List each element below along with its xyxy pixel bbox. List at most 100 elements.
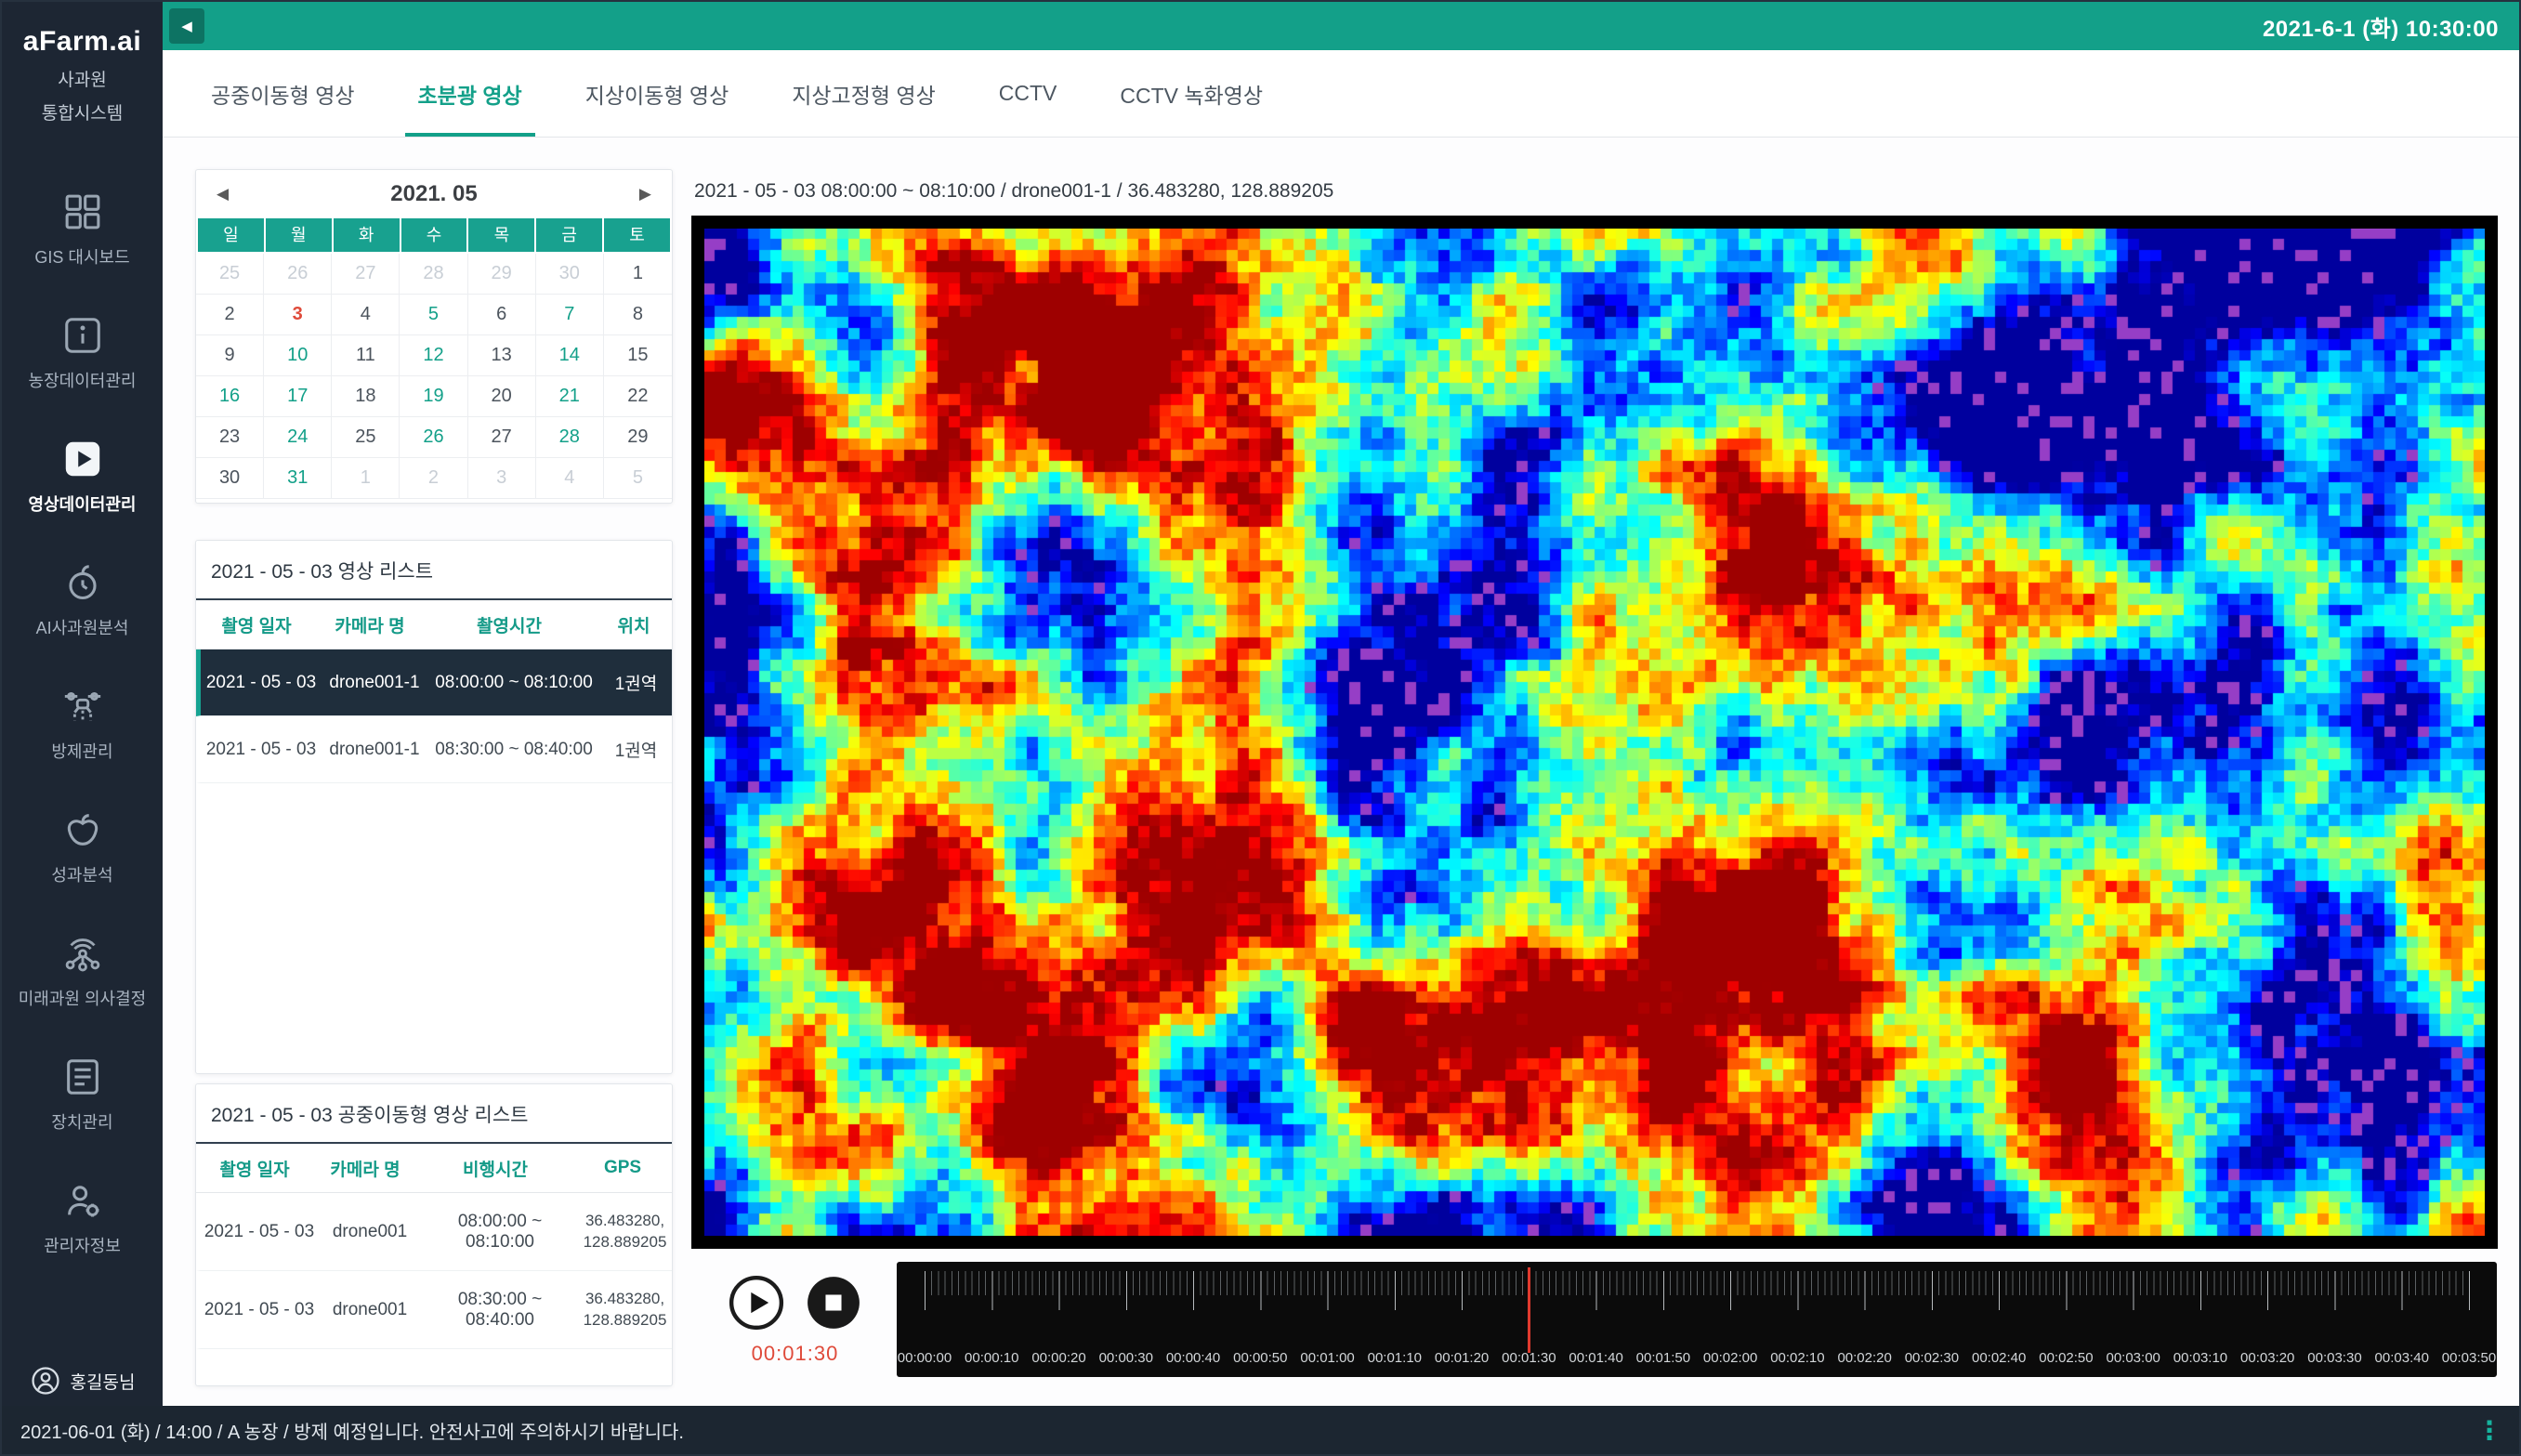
calendar-day-cell[interactable]: 25	[332, 417, 400, 458]
calendar-day-cell[interactable]: 30	[196, 458, 264, 499]
tab-hyperspectral-video[interactable]: 초분광 영상	[387, 50, 554, 137]
timeline-label: 00:00:40	[1166, 1350, 1220, 1366]
sidebar-item-admin[interactable]: 관리자정보	[2, 1156, 163, 1279]
calendar-panel: ◀ 2021. 05 ▶ 일월화수목금토 2526272829301234567…	[195, 169, 673, 504]
play-button[interactable]	[728, 1274, 785, 1331]
calendar-day-cell[interactable]: 5	[400, 295, 467, 335]
calendar-day-cell[interactable]: 10	[264, 335, 332, 376]
content-area: ◀ 2021. 05 ▶ 일월화수목금토 2526272829301234567…	[163, 138, 2519, 1406]
calendar-day-cell[interactable]: 23	[196, 417, 264, 458]
calendar-day-cell[interactable]: 3	[264, 295, 332, 335]
tab-bar: 공중이동형 영상초분광 영상지상이동형 영상지상고정형 영상CCTVCCTV 녹…	[163, 50, 2519, 138]
top-bar: ◀ 2021-6-1 (화) 10:30:00	[163, 2, 2519, 50]
stop-button[interactable]	[805, 1274, 862, 1331]
calendar-day-cell[interactable]: 2	[196, 295, 264, 335]
sidebar-item-future-decision[interactable]: 미래과원 의사결정	[2, 909, 163, 1032]
calendar-day-cell[interactable]: 4	[536, 458, 604, 499]
calendar-day-cell[interactable]: 2	[400, 458, 467, 499]
current-time: 00:01:30	[728, 1342, 862, 1366]
calendar-day-cell[interactable]: 14	[536, 335, 604, 376]
timeline-playhead[interactable]	[1528, 1267, 1530, 1353]
sidebar-item-label: 농장데이터관리	[29, 368, 137, 392]
video-list-row[interactable]: 2021 - 05 - 03drone001-108:30:00 ~ 08:40…	[196, 716, 672, 783]
topbar-datetime: 2021-6-1 (화) 10:30:00	[2263, 10, 2519, 43]
video-list-cell: drone001-1	[322, 740, 427, 760]
aerial-list-header: 촬영 일자카메라 명비행시간GPS	[196, 1142, 672, 1193]
calendar-day-cell[interactable]: 9	[196, 335, 264, 376]
tab-cctv[interactable]: CCTV	[967, 50, 1089, 137]
calendar-day-cell[interactable]: 16	[196, 376, 264, 417]
aerial-list-row[interactable]: 2021 - 05 - 03drone00108:00:00 ~ 08:10:0…	[196, 1193, 672, 1271]
timeline-label: 00:02:40	[1972, 1350, 2026, 1366]
calendar-day-cell[interactable]: 20	[468, 376, 536, 417]
timeline-label: 00:02:10	[1770, 1350, 1824, 1366]
calendar-day-header: 수	[401, 218, 467, 252]
tab-ground-mobile-video[interactable]: 지상이동형 영상	[554, 50, 761, 137]
apple-chart-icon	[61, 808, 104, 851]
aerial-list-row[interactable]: 2021 - 05 - 03drone00108:30:00 ~ 08:40:0…	[196, 1271, 672, 1349]
aerial-list-cell: 36.483280, 128.889205	[578, 1211, 672, 1252]
sidebar-item-performance[interactable]: 성과분석	[2, 785, 163, 909]
tab-ground-fixed-video[interactable]: 지상고정형 영상	[760, 50, 967, 137]
timeline-label: 00:00:00	[898, 1350, 952, 1366]
calendar-day-cell[interactable]: 27	[468, 417, 536, 458]
calendar-day-cell[interactable]: 26	[264, 254, 332, 295]
calendar-day-cell[interactable]: 1	[332, 458, 400, 499]
sidebar-item-device[interactable]: 장치관리	[2, 1032, 163, 1156]
calendar-day-cell[interactable]: 26	[400, 417, 467, 458]
calendar-day-cell[interactable]: 28	[400, 254, 467, 295]
calendar-next-button[interactable]: ▶	[634, 181, 657, 207]
calendar-day-cell[interactable]: 8	[604, 295, 672, 335]
video-list-header-cell: 카메라 명	[317, 612, 423, 637]
calendar-day-cell[interactable]: 7	[536, 295, 604, 335]
timeline[interactable]: 00:00:0000:00:1000:00:2000:00:3000:00:40…	[897, 1262, 2497, 1377]
calendar-day-cell[interactable]: 11	[332, 335, 400, 376]
calendar-day-cell[interactable]: 4	[332, 295, 400, 335]
calendar-day-cell[interactable]: 28	[536, 417, 604, 458]
overflow-menu-button[interactable]: ⋮	[2476, 1415, 2519, 1446]
timeline-label: 00:00:20	[1031, 1350, 1085, 1366]
timeline-label: 00:02:20	[1837, 1350, 1891, 1366]
brand-subtitle-2: 통합시스템	[2, 99, 163, 125]
sidebar-item-ai-analysis[interactable]: AI사과원분석	[2, 538, 163, 662]
calendar-day-cell[interactable]: 27	[332, 254, 400, 295]
calendar-day-cell[interactable]: 12	[400, 335, 467, 376]
timeline-label: 00:01:20	[1435, 1350, 1489, 1366]
video-list-row[interactable]: 2021 - 05 - 03drone001-108:00:00 ~ 08:10…	[196, 649, 672, 716]
sidebar-item-pest-control[interactable]: 방제관리	[2, 662, 163, 785]
sidebar-item-video-data[interactable]: 영상데이터관리	[2, 414, 163, 538]
calendar-day-cell[interactable]: 5	[604, 458, 672, 499]
calendar-day-cell[interactable]: 21	[536, 376, 604, 417]
tab-aerial-video[interactable]: 공중이동형 영상	[179, 50, 387, 137]
calendar-day-cell[interactable]: 22	[604, 376, 672, 417]
calendar-day-cell[interactable]: 19	[400, 376, 467, 417]
app-logo: aFarm.ai 사과원 통합시스템	[2, 2, 163, 125]
calendar-day-cell[interactable]: 1	[604, 254, 672, 295]
aerial-list-header-cell: GPS	[573, 1158, 672, 1178]
calendar-day-cell[interactable]: 29	[468, 254, 536, 295]
calendar-day-cell[interactable]: 30	[536, 254, 604, 295]
calendar-day-cell[interactable]: 18	[332, 376, 400, 417]
calendar-day-cell[interactable]: 6	[468, 295, 536, 335]
calendar-day-cell[interactable]: 25	[196, 254, 264, 295]
tab-cctv-recorded[interactable]: CCTV 녹화영상	[1088, 50, 1294, 137]
timeline-label: 00:03:10	[2173, 1350, 2227, 1366]
calendar-day-cell[interactable]: 13	[468, 335, 536, 376]
user-profile[interactable]: 홍길동님	[2, 1365, 163, 1397]
calendar-day-cell[interactable]: 17	[264, 376, 332, 417]
sidebar-item-farm-data[interactable]: 농장데이터관리	[2, 291, 163, 414]
calendar-day-cell[interactable]: 31	[264, 458, 332, 499]
sidebar-item-gis-dashboard[interactable]: GIS 대시보드	[2, 167, 163, 291]
calendar-prev-button[interactable]: ◀	[211, 181, 234, 207]
sidebar-collapse-button[interactable]: ◀	[169, 8, 204, 44]
calendar-day-cell[interactable]: 29	[604, 417, 672, 458]
calendar-day-cell[interactable]: 24	[264, 417, 332, 458]
sidebar-item-label: 방제관리	[51, 739, 112, 763]
video-list-header: 촬영 일자카메라 명촬영시간위치	[196, 598, 672, 649]
sidebar-item-label: GIS 대시보드	[34, 244, 129, 269]
video-list-cell: drone001-1	[322, 673, 427, 693]
calendar-day-cell[interactable]: 15	[604, 335, 672, 376]
aerial-list-body: 2021 - 05 - 03drone00108:00:00 ~ 08:10:0…	[196, 1193, 672, 1349]
calendar-day-cell[interactable]: 3	[468, 458, 536, 499]
timeline-label: 00:02:00	[1703, 1350, 1757, 1366]
